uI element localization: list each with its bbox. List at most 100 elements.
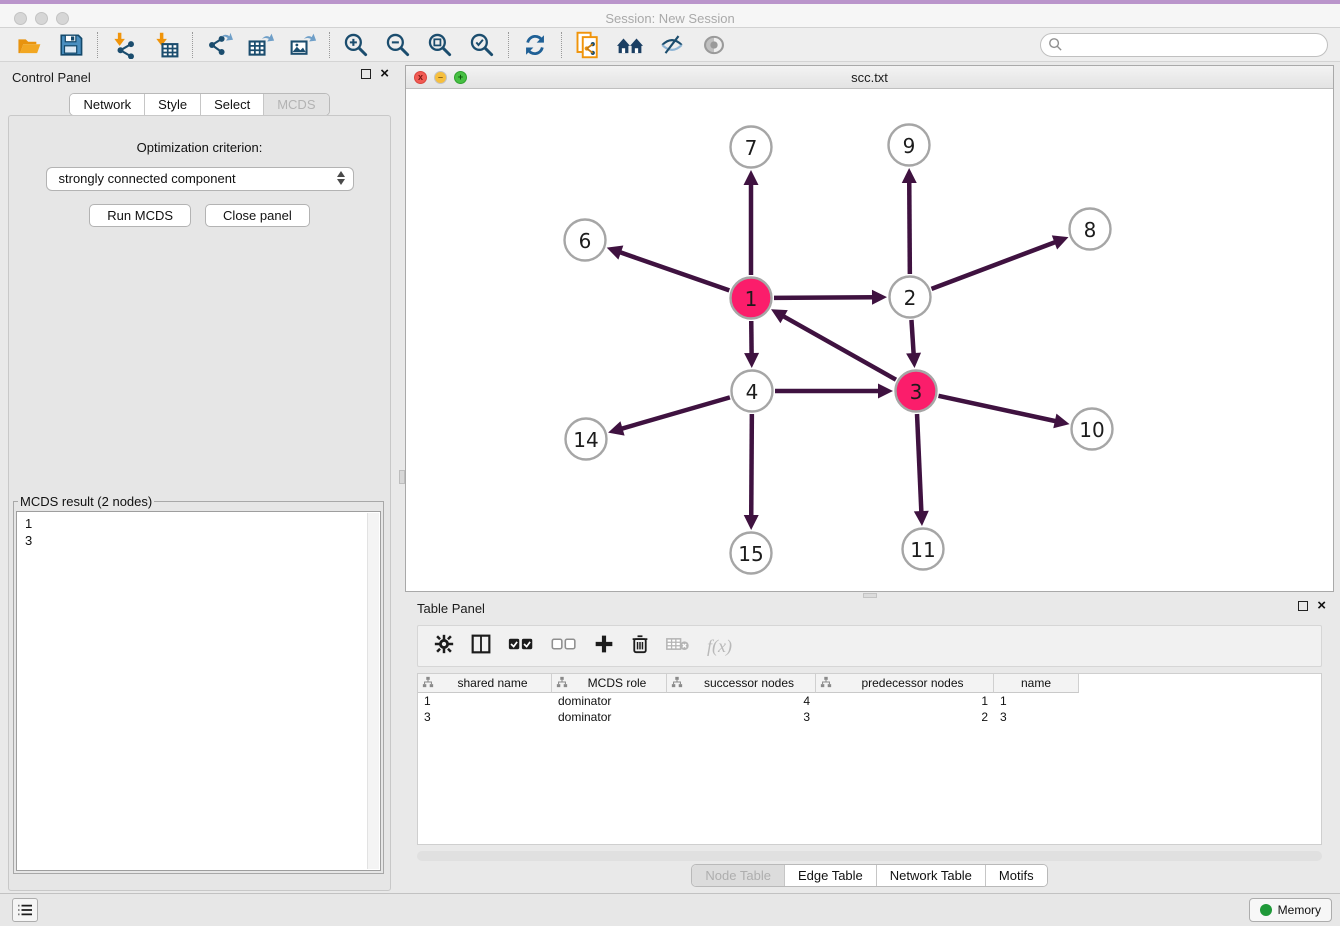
tab-select[interactable]: Select xyxy=(201,94,264,115)
optimization-criterion-select[interactable]: strongly connected component xyxy=(46,167,354,191)
float-table-panel-icon[interactable] xyxy=(1298,601,1308,611)
tab-network-table[interactable]: Network Table xyxy=(877,865,986,886)
zoom-fit-icon[interactable] xyxy=(419,29,461,61)
select-all-icon[interactable] xyxy=(508,637,534,656)
table-cell: 1 xyxy=(994,693,1079,709)
export-table-icon[interactable] xyxy=(240,29,282,61)
column-header-successor-nodes[interactable]: successor nodes xyxy=(667,674,816,693)
window-title: Session: New Session xyxy=(0,11,1340,26)
graph-edge-arrow-3-11 xyxy=(914,511,929,526)
graph-edge-arrow-1-2 xyxy=(872,290,887,305)
graph-node-label-14: 14 xyxy=(573,428,598,452)
close-table-panel-icon[interactable]: × xyxy=(1317,601,1326,611)
control-panel-title: Control Panel xyxy=(12,70,91,85)
window-titlebar: Session: New Session xyxy=(0,0,1340,28)
import-table-icon[interactable] xyxy=(145,29,187,61)
table-cell: 2 xyxy=(816,709,994,725)
table-cell: 1 xyxy=(816,693,994,709)
save-session-icon[interactable] xyxy=(50,29,92,61)
column-header-shared-name[interactable]: shared name xyxy=(418,674,552,693)
horizontal-splitter-handle[interactable] xyxy=(863,593,877,598)
graph-edge-1-6[interactable] xyxy=(618,252,729,291)
graph-edge-1-2[interactable] xyxy=(774,297,875,298)
hide-selected-eye-icon[interactable] xyxy=(651,29,693,61)
memory-button[interactable]: Memory xyxy=(1249,898,1332,922)
control-panel: Control Panel × NetworkStyleSelectMCDS O… xyxy=(0,63,399,893)
close-panel-icon[interactable]: × xyxy=(380,69,389,79)
graph-edge-4-14[interactable] xyxy=(620,397,730,429)
column-flow-icon xyxy=(552,676,568,691)
table-panel-tabs: Node TableEdge TableNetwork TableMotifs xyxy=(691,864,1047,887)
zoom-out-icon[interactable] xyxy=(377,29,419,61)
graph-edge-3-1[interactable] xyxy=(781,315,895,380)
table-header-row: shared nameMCDS rolesuccessor nodes prede… xyxy=(418,674,1321,693)
column-header-label: predecessor nodes xyxy=(832,676,993,690)
add-row-plus-icon[interactable] xyxy=(594,634,614,659)
table-row[interactable]: 1dominator411 xyxy=(418,693,1321,709)
refresh-icon[interactable] xyxy=(514,29,556,61)
tab-motifs[interactable]: Motifs xyxy=(986,865,1047,886)
graph-edge-arrow-4-14 xyxy=(608,421,624,435)
graph-edge-arrow-3-10 xyxy=(1053,414,1069,429)
mcds-result-textarea[interactable]: 1 3 xyxy=(16,511,381,871)
graph-node-label-6: 6 xyxy=(579,229,592,253)
graph-node-label-9: 9 xyxy=(903,134,916,158)
graph-edge-4-15[interactable] xyxy=(751,414,752,518)
delete-row-trash-icon[interactable] xyxy=(631,634,649,659)
mcds-result-text: 1 3 xyxy=(17,512,380,552)
zoom-in-icon[interactable] xyxy=(335,29,377,61)
tab-mcds[interactable]: MCDS xyxy=(264,94,328,115)
control-panel-tabs: NetworkStyleSelectMCDS xyxy=(69,93,329,116)
toolbar-separator xyxy=(508,32,509,58)
open-file-icon[interactable] xyxy=(8,29,50,61)
graph-node-label-7: 7 xyxy=(745,136,758,160)
graph-edge-3-10[interactable] xyxy=(938,396,1057,422)
task-list-button[interactable] xyxy=(12,898,38,922)
network-canvas[interactable]: 7968124314101511 xyxy=(406,89,1333,591)
tab-style[interactable]: Style xyxy=(145,94,201,115)
float-panel-icon[interactable] xyxy=(361,69,371,79)
column-header-predecessor-nodes[interactable]: predecessor nodes xyxy=(816,674,994,693)
run-mcds-button[interactable]: Run MCDS xyxy=(89,204,191,227)
table-horizontal-scrollbar[interactable] xyxy=(417,851,1322,861)
search-input[interactable] xyxy=(1040,33,1328,57)
home-icon[interactable] xyxy=(609,29,651,61)
graph-node-label-2: 2 xyxy=(904,286,917,310)
graph-edge-arrow-1-6 xyxy=(607,245,624,259)
deselect-all-icon[interactable] xyxy=(551,637,577,656)
tab-edge-table[interactable]: Edge Table xyxy=(785,865,877,886)
column-header-name[interactable]: name xyxy=(994,674,1079,693)
mcds-result-legend: MCDS result (2 nodes) xyxy=(18,494,154,509)
clone-network-icon[interactable] xyxy=(567,29,609,61)
zoom-selected-icon[interactable] xyxy=(461,29,503,61)
close-panel-button[interactable]: Close panel xyxy=(205,204,310,227)
tab-node-table[interactable]: Node Table xyxy=(692,865,785,886)
table-cell: dominator xyxy=(552,693,667,709)
export-network-icon[interactable] xyxy=(198,29,240,61)
table-panel: Table Panel × xyxy=(405,595,1334,893)
toolbar-separator xyxy=(329,32,330,58)
import-network-icon[interactable] xyxy=(103,29,145,61)
export-image-icon[interactable] xyxy=(282,29,324,61)
graph-edge-2-3[interactable] xyxy=(911,320,913,356)
toolbar-separator xyxy=(561,32,562,58)
node-table: shared nameMCDS rolesuccessor nodes prede… xyxy=(417,673,1322,845)
tab-network[interactable]: Network xyxy=(70,94,145,115)
table-cell: 3 xyxy=(994,709,1079,725)
graph-node-label-4: 4 xyxy=(746,380,759,404)
graph-edge-3-11[interactable] xyxy=(917,414,921,514)
graph-node-label-1: 1 xyxy=(745,287,758,311)
table-settings-gear-icon[interactable] xyxy=(434,634,454,659)
graph-edge-2-9[interactable] xyxy=(909,180,910,274)
split-panel-icon[interactable] xyxy=(471,634,491,659)
show-all-eye-icon[interactable] xyxy=(693,29,735,61)
optimization-criterion-value: strongly connected component xyxy=(59,171,236,186)
table-panel-title: Table Panel xyxy=(417,601,485,616)
optimization-criterion-label: Optimization criterion: xyxy=(9,140,390,155)
delete-table-icon[interactable] xyxy=(666,636,690,657)
result-scrollbar[interactable] xyxy=(367,513,379,869)
column-header-MCDS-role[interactable]: MCDS role xyxy=(552,674,667,693)
function-builder-icon[interactable]: f(x) xyxy=(707,636,732,657)
graph-edge-2-8[interactable] xyxy=(932,241,1058,289)
table-row[interactable]: 3dominator323 xyxy=(418,709,1321,725)
